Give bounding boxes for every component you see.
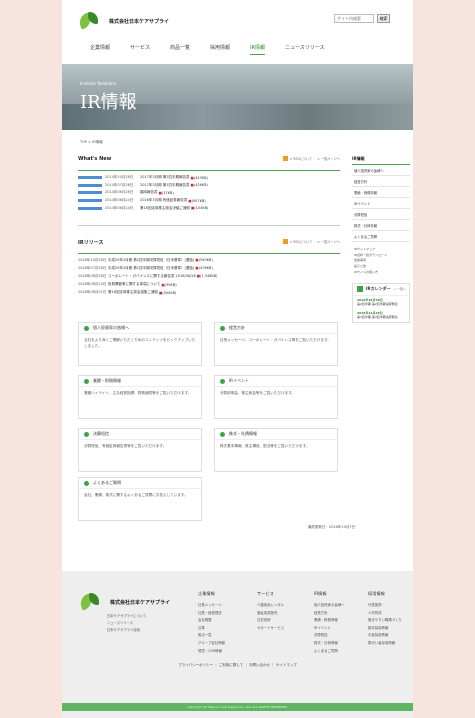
calendar-more-link[interactable]: > 一覧へ xyxy=(394,287,406,291)
sidebar-item-faq[interactable]: よくあるご質問 xyxy=(352,231,410,242)
sidebar-item-financial[interactable]: 業績・財務情報 xyxy=(352,187,410,198)
category-tag xyxy=(78,191,102,195)
list-item[interactable]: 2016年07月28日 平成29年3月期 第1四半期決算短信〔日本基準〕(連結) ■… xyxy=(78,264,340,272)
page-title: IR情報 xyxy=(80,92,137,113)
list-item[interactable]: 2016年06月01日 第16回定時株主総会招集ご通知 ■ (500KB) xyxy=(78,289,340,297)
category-tag xyxy=(78,183,102,187)
category-tag xyxy=(78,199,102,203)
bullet-icon xyxy=(220,431,225,437)
sidebar-item-individual[interactable]: 個人投資家の皆様へ xyxy=(352,165,410,176)
list-item[interactable]: 2014年06月24日 2016年3月期 有価証券報告書 ■ (947KB) xyxy=(78,197,340,205)
footer-col-service: サービス 介護用品レンタル 福祉用具販売 住宅改修 サポートサービス xyxy=(257,591,285,630)
nav-item-products[interactable]: 商品一覧 xyxy=(170,44,190,55)
card-individual-investors[interactable]: 個人投資家の皆様へ 当社をより深くご理解いただくためのコンテンツをピックアップいた… xyxy=(78,322,202,366)
footer-col-company: 企業情報 社長メッセージ 社是・経営理念 会社概要 沿革 拠点一覧 グループ会社… xyxy=(198,591,225,653)
bullet-icon xyxy=(220,325,225,331)
footer-link[interactable]: 日本ケアサプライ採用 xyxy=(107,627,146,634)
list-item[interactable]: 2014年06月26日 臨時報告書 ■ (17KB) xyxy=(78,189,340,197)
search-button[interactable]: 検索 xyxy=(377,14,390,23)
card-ir-events[interactable]: IRイベント 決算説明会、株主総会等をご覧いただけます。 xyxy=(214,375,338,419)
nav-item-recruit[interactable]: 採用情報 xyxy=(210,44,230,55)
calendar-event: 2016年10月28日 第2四半期 第2四半期決算発表 xyxy=(357,297,398,307)
rss-link[interactable]: > RSSについて xyxy=(290,156,313,161)
company-name: 株式会社日本ケアサプライ xyxy=(109,18,170,25)
ir-calendar: IRカレンダー > 一覧へ 2016年10月28日 第2四半期 第2四半期決算発表 … xyxy=(352,282,410,323)
category-tag xyxy=(78,176,102,180)
bullet-icon xyxy=(84,378,89,384)
site-header: 株式会社日本ケアサプライ 検索 企業情報 サービス 商品一覧 採用情報 IR情報… xyxy=(62,0,413,60)
contact-link[interactable]: お問い合わせ xyxy=(249,663,270,667)
hero-subtitle: Investor Relations xyxy=(80,81,116,86)
calendar-icon xyxy=(357,286,363,293)
leaf-logo-icon xyxy=(77,592,104,612)
sidebar: IR情報 個人投資家の皆様へ 経営方針 業績・財務情報 IRイベント 決算短信 … xyxy=(352,156,410,323)
sidebar-title: IR情報 xyxy=(352,156,410,165)
ir-release-section: IRリリース > RSSについて > 一覧ページへ 2016年10月28日 平成2… xyxy=(78,239,340,314)
card-stock-info[interactable]: 株式・社債情報 株式基本情報、株主構成、配当等をご覧いただけます。 xyxy=(214,428,338,472)
bullet-icon xyxy=(84,480,89,486)
breadcrumb[interactable]: TOP > IR情報 xyxy=(80,140,103,145)
calendar-event: 2016年12月28日 第3四半期 第3四半期決算発表 xyxy=(357,310,398,320)
footer-col-recruit: 採用情報 代表挨拶 人材育成 働きやすい職場づくり 新卒採用情報 中途採用情報 … xyxy=(368,591,402,645)
sidebar-link-howto[interactable]: IRサイトの使い方 xyxy=(352,269,410,275)
terms-link[interactable]: ご利用に際して xyxy=(219,663,243,667)
list-item[interactable]: 2016年10月28日 平成29年3月期 第2四半期決算短信〔日本基準〕(連結) ■… xyxy=(78,256,340,264)
sitemap-link[interactable]: サイトマップ xyxy=(276,663,297,667)
list-item[interactable]: 2014年07月28日 2017年3月期 第1四半期報告書 ■ (426KB) xyxy=(78,182,340,190)
card-management-policy[interactable]: 経営方針 社長メッセージ、コーポレート・ガバナンス等をご覧いただけます。 xyxy=(214,322,338,366)
list-item[interactable]: 2014年10月28日 2017年3月期 第2四半期報告書 ■ (443KB) xyxy=(78,174,340,182)
sidebar-item-events[interactable]: IRイベント xyxy=(352,198,410,209)
nav-item-news[interactable]: ニュースリリース xyxy=(285,44,325,55)
main-content: What's New > RSSについて > 一覧ページへ 2014年10月28… xyxy=(78,156,340,314)
ir-release-list: 2016年10月28日 平成29年3月期 第2四半期決算短信〔日本基準〕(連結) ■… xyxy=(78,253,340,297)
sidebar-sub-links: IRサイトマップ IR資料一括ダウンロード 免責事項 電子公告 IRサイトの使い… xyxy=(352,246,410,275)
bullet-icon xyxy=(84,325,89,331)
card-financial-info[interactable]: 業績・財務情報 業績ハイライト、主な経営指標、財務諸表等をご覧いただけます。 xyxy=(78,375,202,419)
bullet-icon xyxy=(84,431,89,437)
footer-logo[interactable]: 株式会社日本ケアサプライ xyxy=(77,592,171,612)
footer-link[interactable]: 日本ケアサプライについて xyxy=(107,613,146,620)
rss-link[interactable]: > RSSについて xyxy=(290,239,313,244)
footer-col-ir: IR情報 個人投資家の皆様へ 経営方針 業績・財務情報 IRイベント 決算短信 … xyxy=(314,591,345,653)
list-item[interactable]: 2016年06月24日 役員異動等に関する事項について ■ (39KB) xyxy=(78,281,340,289)
sidebar-item-policy[interactable]: 経営方針 xyxy=(352,176,410,187)
rss-icon xyxy=(282,239,288,244)
card-faq[interactable]: よくあるご質問 会社、業績、株式に関するよくあるご質問にお答えしています。 xyxy=(78,477,202,521)
footer-company-links: 日本ケアサプライについて ニュースリリース 日本ケアサプライ採用 xyxy=(107,613,146,634)
site-search: 検索 xyxy=(334,14,390,23)
list-link[interactable]: > 一覧ページへ xyxy=(317,239,340,244)
whats-new-list: 2014年10月28日 2017年3月期 第2四半期報告書 ■ (443KB) 201… xyxy=(78,170,340,212)
site-footer: 株式会社日本ケアサプライ 日本ケアサプライについて ニュースリリース 日本ケアサ… xyxy=(62,571,413,718)
sidebar-item-earnings[interactable]: 決算短信 xyxy=(352,209,410,220)
footer-link[interactable]: ニュースリリース xyxy=(107,620,146,627)
copyright: Copyright (C) Nippon Care Supply Co., Lt… xyxy=(62,703,413,711)
whats-new-section: What's New > RSSについて > 一覧ページへ 2014年10月28… xyxy=(78,156,340,226)
nav-item-ir[interactable]: IR情報 xyxy=(250,44,266,55)
footer-bottom-links: プライバシーポリシー ｜ ご利用に際して ｜ お問い合わせ ｜ サイトマップ xyxy=(178,663,297,667)
list-item[interactable]: 2014年06月24日 第16回定時株主総会決議ご通知 ■ (104KB) xyxy=(78,204,340,212)
calendar-title: IRカレンダー xyxy=(366,286,391,292)
whats-new-links: > RSSについて > 一覧ページへ xyxy=(282,156,340,161)
page: 株式会社日本ケアサプライ 検索 企業情報 サービス 商品一覧 採用情報 IR情報… xyxy=(62,0,413,718)
list-item[interactable]: 2016年06月28日 コーポレート・ガバナンスに関する報告書 2016/06/2… xyxy=(78,272,340,280)
company-logo[interactable]: 株式会社日本ケアサプライ xyxy=(76,11,170,31)
last-updated: 最終更新日：2016年10月7日 xyxy=(308,525,356,529)
list-link[interactable]: > 一覧ページへ xyxy=(317,156,340,161)
hero-banner: Investor Relations IR情報 xyxy=(62,64,413,130)
bullet-icon xyxy=(220,378,225,384)
nav-item-service[interactable]: サービス xyxy=(130,44,150,55)
footer-company-name: 株式会社日本ケアサプライ xyxy=(110,599,171,606)
ir-release-links: > RSSについて > 一覧ページへ xyxy=(282,239,340,244)
global-nav: 企業情報 サービス 商品一覧 採用情報 IR情報 ニュースリリース xyxy=(90,44,345,55)
sidebar-item-stock[interactable]: 株式・社債情報 xyxy=(352,220,410,231)
nav-item-company[interactable]: 企業情報 xyxy=(90,44,110,55)
privacy-link[interactable]: プライバシーポリシー xyxy=(178,663,213,667)
rss-icon xyxy=(282,156,288,161)
leaf-logo-icon xyxy=(76,11,103,31)
category-tag xyxy=(78,206,102,210)
card-earnings-reports[interactable]: 決算短信 決算短信、有価証券報告書等をご覧いただけます。 xyxy=(78,428,202,472)
search-input[interactable] xyxy=(334,14,374,23)
